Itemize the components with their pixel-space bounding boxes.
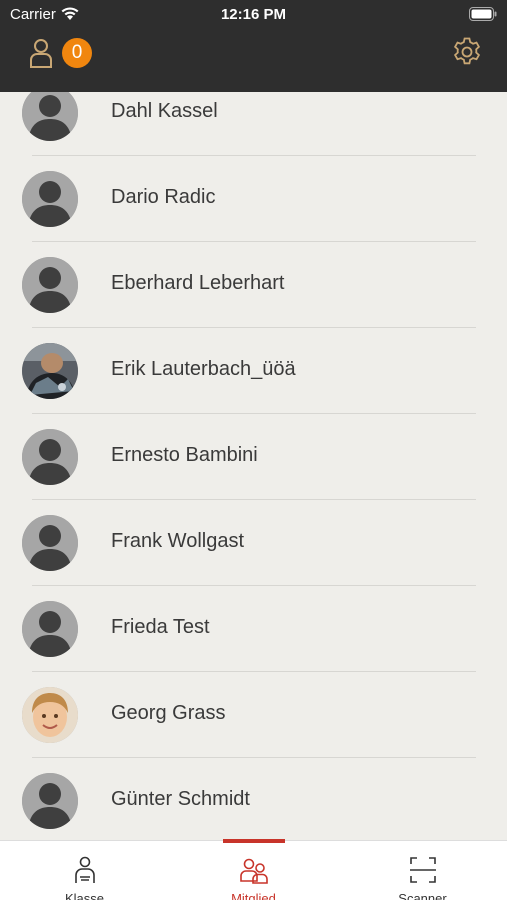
tab-scanner[interactable]: Scanner bbox=[338, 841, 507, 900]
member-row[interactable]: Ernesto Bambini bbox=[0, 414, 507, 500]
tab-mitglied[interactable]: Mitglied bbox=[169, 839, 338, 900]
member-name: Eberhard Leberhart bbox=[111, 272, 285, 294]
member-name: Frank Wollgast bbox=[111, 530, 245, 552]
avatar-placeholder bbox=[22, 171, 78, 227]
avatar-placeholder bbox=[22, 429, 78, 485]
member-name: Günter Schmidt bbox=[111, 788, 250, 810]
avatar-placeholder bbox=[22, 92, 78, 141]
tab-label: Scanner bbox=[398, 891, 447, 900]
scanner-icon bbox=[410, 857, 436, 883]
class-icon bbox=[75, 856, 95, 883]
member-row[interactable]: Frieda Test bbox=[0, 586, 507, 672]
member-name: Dario Radic bbox=[111, 186, 216, 208]
tab-label: Mitglied bbox=[231, 891, 276, 900]
member-name: Georg Grass bbox=[111, 702, 226, 724]
member-name: Ernesto Bambini bbox=[111, 444, 258, 466]
battery-icon bbox=[469, 7, 497, 21]
members-icon bbox=[240, 858, 268, 884]
avatar-placeholder bbox=[22, 515, 78, 571]
member-row[interactable]: Günter Schmidt bbox=[0, 758, 507, 840]
member-row[interactable]: Dahl Kassel bbox=[0, 92, 507, 156]
avatar-placeholder bbox=[22, 257, 78, 313]
app-header: Carrier 12:16 PM 0 bbox=[0, 0, 507, 92]
tab-bar: Klasse Mitglied Scanner bbox=[0, 839, 507, 900]
notification-badge[interactable]: 0 bbox=[62, 38, 92, 68]
member-row[interactable]: Eberhard Leberhart bbox=[0, 242, 507, 328]
avatar-placeholder bbox=[22, 773, 78, 829]
member-name: Frieda Test bbox=[111, 616, 210, 638]
member-row[interactable]: Georg Grass bbox=[0, 672, 507, 758]
active-tab-indicator bbox=[223, 839, 285, 843]
member-name: Dahl Kassel bbox=[111, 100, 218, 122]
avatar-photo bbox=[22, 687, 78, 743]
avatar-photo bbox=[22, 343, 78, 399]
avatar-placeholder bbox=[22, 601, 78, 657]
user-profile-icon[interactable] bbox=[28, 38, 54, 68]
tab-label: Klasse bbox=[64, 891, 105, 900]
member-row[interactable]: Erik Lauterbach_üöä bbox=[0, 328, 507, 414]
member-row[interactable]: Dario Radic bbox=[0, 156, 507, 242]
tab-klasse[interactable]: Klasse bbox=[0, 841, 169, 900]
settings-gear-icon[interactable] bbox=[451, 36, 483, 68]
member-name: Erik Lauterbach_üöä bbox=[111, 358, 296, 380]
status-time: 12:16 PM bbox=[220, 6, 287, 23]
member-row[interactable]: Frank Wollgast bbox=[0, 500, 507, 586]
member-list: Dahl Kassel Dario Radic Eberhard Leberha… bbox=[0, 92, 507, 840]
nav-bar: 0 bbox=[0, 28, 507, 92]
status-bar: Carrier 12:16 PM bbox=[0, 0, 507, 28]
